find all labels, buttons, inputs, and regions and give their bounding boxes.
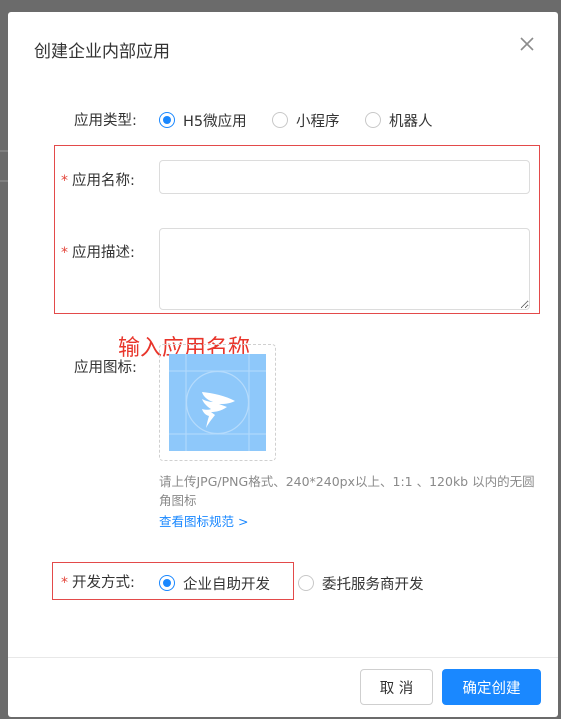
required-mark: * <box>61 245 68 261</box>
backdrop-edge <box>0 150 8 152</box>
app-desc-textarea[interactable] <box>159 228 530 310</box>
radio-checked-icon[interactable] <box>159 575 175 591</box>
app-type-option-label: 机器人 <box>389 113 433 130</box>
app-type-option-miniprogram[interactable]: 小程序 <box>272 108 340 132</box>
app-icon-hint: 请上传JPG/PNG格式、240*240px以上、1:1 、120kb 以内的无… <box>159 474 535 508</box>
app-icon-uploader[interactable] <box>159 344 276 461</box>
dingtalk-logo-icon <box>169 354 266 451</box>
required-mark: * <box>61 575 68 591</box>
required-mark: * <box>61 173 68 189</box>
dev-mode-label: * 开发方式: <box>61 571 135 592</box>
radio-unchecked-icon[interactable] <box>298 575 314 591</box>
create-app-dialog: 创建企业内部应用 应用类型: H5微应用 小程序 机器人 * 应用名称: * 应用描… <box>8 12 558 717</box>
cancel-button[interactable]: 取 消 <box>360 669 433 705</box>
footer-divider <box>8 657 558 658</box>
app-icon-preview <box>169 354 266 451</box>
dialog-title: 创建企业内部应用 <box>34 42 170 62</box>
app-name-label-text: 应用名称: <box>72 173 135 189</box>
dev-mode-option-self[interactable]: 企业自助开发 <box>159 571 270 595</box>
backdrop-edge <box>0 180 8 182</box>
dev-mode-option-label: 委托服务商开发 <box>322 576 424 593</box>
app-desc-label-text: 应用描述: <box>72 245 135 261</box>
app-type-option-robot[interactable]: 机器人 <box>365 108 433 132</box>
close-icon[interactable] <box>515 32 539 56</box>
app-name-label: * 应用名称: <box>61 169 135 190</box>
dev-mode-option-label: 企业自助开发 <box>183 576 270 593</box>
icon-spec-link[interactable]: 查看图标规范 > <box>159 511 248 530</box>
app-name-input[interactable] <box>159 160 530 194</box>
dev-mode-label-text: 开发方式: <box>72 575 135 591</box>
radio-checked-icon[interactable] <box>159 112 175 128</box>
app-type-label: 应用类型: <box>74 113 137 129</box>
app-type-option-label: H5微应用 <box>183 113 247 130</box>
radio-unchecked-icon[interactable] <box>272 112 288 128</box>
app-type-option-label: 小程序 <box>296 113 340 130</box>
app-icon-label: 应用图标: <box>74 360 137 376</box>
app-desc-label: * 应用描述: <box>61 241 135 262</box>
confirm-create-button[interactable]: 确定创建 <box>442 669 541 705</box>
dev-mode-option-provider[interactable]: 委托服务商开发 <box>298 571 424 595</box>
app-type-option-h5[interactable]: H5微应用 <box>159 108 247 132</box>
radio-unchecked-icon[interactable] <box>365 112 381 128</box>
